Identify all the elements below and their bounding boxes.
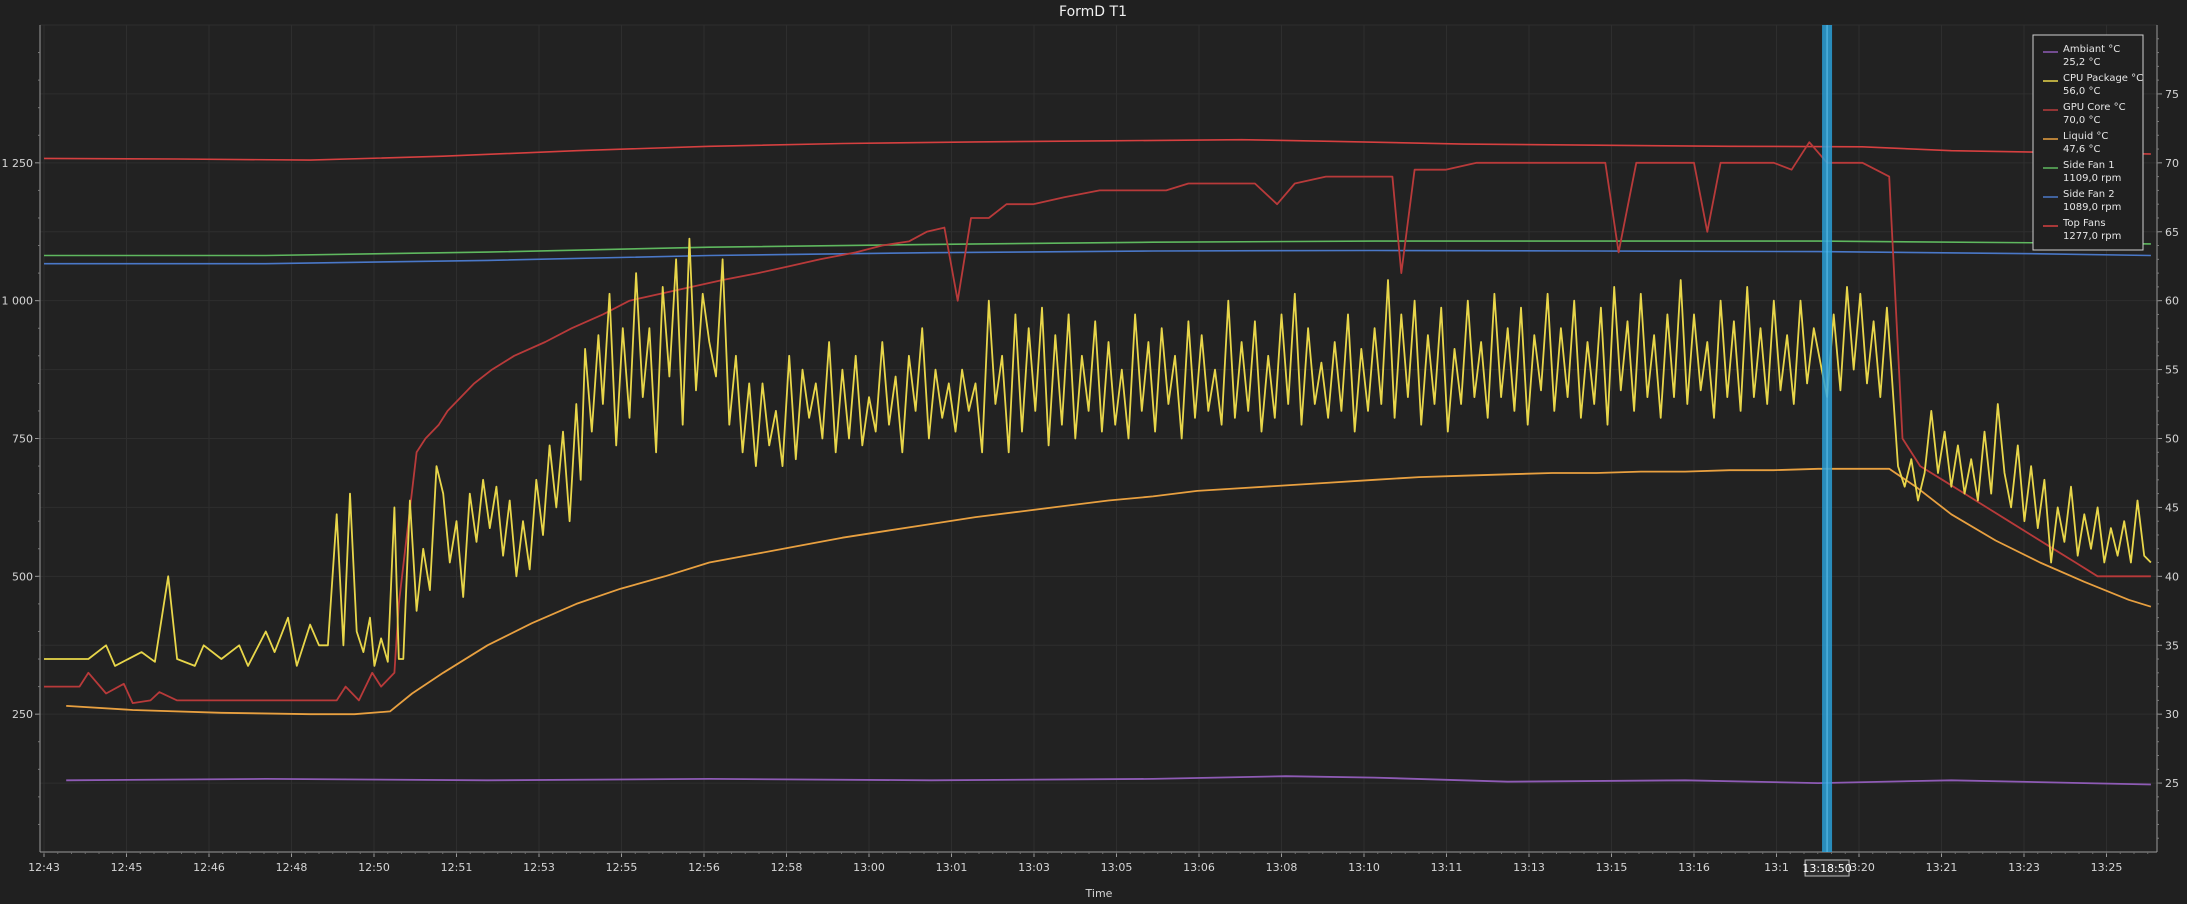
legend-series-value: 56,0 °C — [2063, 86, 2100, 97]
right-axis-tick-label: 70 — [2165, 157, 2179, 170]
x-axis-tick-label: 13:08 — [1266, 861, 1298, 874]
legend-series-name[interactable]: Side Fan 2 — [2063, 189, 2115, 200]
x-axis-tick-label: 13:13 — [1513, 861, 1545, 874]
legend-series-name[interactable]: GPU Core °C — [2063, 102, 2126, 113]
legend-series-value: 1109,0 rpm — [2063, 173, 2121, 184]
legend-series-name[interactable]: Side Fan 1 — [2063, 160, 2115, 171]
left-axis-tick-label: 750 — [12, 433, 33, 446]
x-axis-tick-label: 12:46 — [193, 861, 225, 874]
x-axis-title: Time — [1085, 887, 1113, 900]
left-axis-tick-label: 500 — [12, 570, 33, 583]
x-axis-tick-label: 13:05 — [1101, 861, 1133, 874]
chart-svg: 250 500 750 1 000 1 250 25 30 35 40 45 50 55 60 65 70 7… — [0, 0, 2187, 904]
right-axis-tick-label: 60 — [2165, 295, 2179, 308]
x-axis-tick-label: 13:01 — [936, 861, 968, 874]
x-axis-tick-label: 13:25 — [2091, 861, 2123, 874]
x-axis-tick-label: 12:48 — [276, 861, 308, 874]
x-axis-tick-label: 13:06 — [1183, 861, 1215, 874]
x-axis-tick-label: 12:43 — [28, 861, 60, 874]
right-axis-tick-label: 30 — [2165, 708, 2179, 721]
legend-series-value: 47,6 °C — [2063, 144, 2100, 155]
x-axis-tick-label: 13:23 — [2008, 861, 2040, 874]
cursor-label[interactable]: 13:18:50 — [1802, 862, 1851, 875]
x-axis-tick-label: 13:21 — [1926, 861, 1958, 874]
grid — [40, 24, 2157, 853]
x-axis-tick-label: 13:16 — [1678, 861, 1710, 874]
right-axis-tick-label: 45 — [2165, 501, 2179, 514]
legend-series-value: 25,2 °C — [2063, 57, 2100, 68]
x-axis-tick-label: 13:11 — [1431, 861, 1463, 874]
legend-series-value: 1089,0 rpm — [2063, 202, 2121, 213]
x-axis-tick-label: 12:53 — [523, 861, 555, 874]
right-axis-tick-label: 50 — [2165, 433, 2179, 446]
right-axis-tick-label: 55 — [2165, 364, 2179, 377]
left-axis-tick-label: 250 — [12, 708, 33, 721]
legend-series-value: 70,0 °C — [2063, 115, 2100, 126]
x-axis-tick-label: 13:10 — [1348, 861, 1380, 874]
legend[interactable]: Ambiant °C 25,2 °C CPU Package °C 56,0 °C GP… — [2032, 34, 2144, 251]
left-axis-tick-label: 1 250 — [2, 157, 34, 170]
x-axis-tick-label: 12:56 — [688, 861, 720, 874]
right-axis-tick-label: 35 — [2165, 639, 2179, 652]
legend-series-name[interactable]: Top Fans — [2062, 218, 2106, 229]
x-axis-tick-label: 12:50 — [358, 861, 390, 874]
x-axis-tick-label: 12:58 — [771, 861, 803, 874]
x-axis-tick-label: 12:45 — [111, 861, 143, 874]
legend-series-name[interactable]: CPU Package °C — [2063, 73, 2143, 84]
chart-title: FormD T1 — [1059, 4, 1127, 20]
legend-series-value: 1277,0 rpm — [2063, 231, 2121, 242]
x-axis-tick-label: 12:55 — [606, 861, 638, 874]
x-axis-tick-label: 13:15 — [1596, 861, 1628, 874]
right-axis-tick-label: 75 — [2165, 88, 2179, 101]
right-axis-tick-label: 65 — [2165, 226, 2179, 239]
x-axis-tick-label: 13:03 — [1018, 861, 1050, 874]
chart-root: 250 500 750 1 000 1 250 25 30 35 40 45 50 55 60 65 70 7… — [0, 0, 2187, 904]
legend-series-name[interactable]: Ambiant °C — [2063, 44, 2120, 55]
x-axis-tick-label: 13:1 — [1764, 861, 1789, 874]
right-axis-tick-label: 40 — [2165, 570, 2179, 583]
right-axis-tick-label: 25 — [2165, 777, 2179, 790]
x-axis-tick-label: 13:00 — [853, 861, 885, 874]
legend-series-name[interactable]: Liquid °C — [2063, 131, 2108, 142]
x-axis-tick-label: 12:51 — [441, 861, 473, 874]
left-axis-tick-label: 1 000 — [2, 295, 34, 308]
